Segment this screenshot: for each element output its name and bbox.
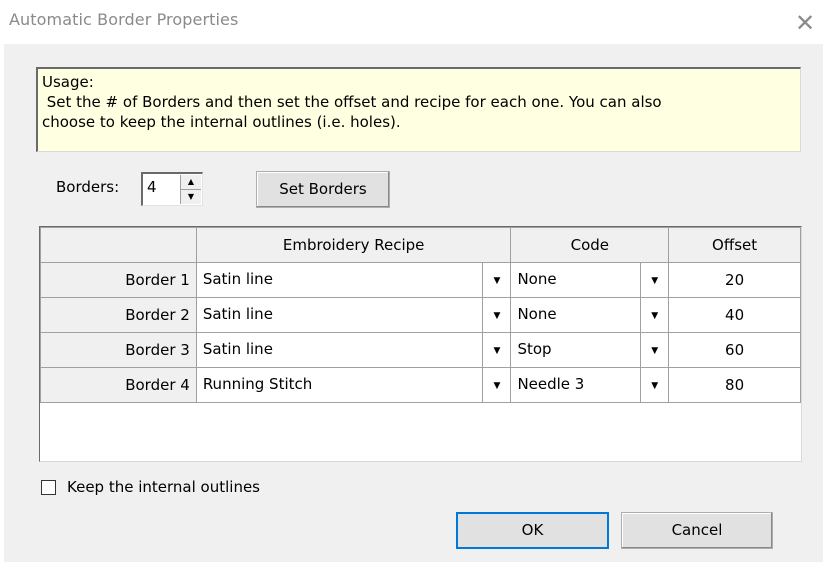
keep-outlines-checkbox[interactable]: [41, 480, 56, 495]
recipe-value: Satin line: [202, 270, 273, 288]
dropdown-arrow-icon[interactable]: ▼: [640, 263, 668, 297]
dropdown-arrow-icon[interactable]: ▼: [482, 298, 510, 332]
dropdown-arrow-icon[interactable]: ▼: [640, 368, 668, 402]
table-header-row: Embroidery Recipe Code Offset: [40, 227, 801, 263]
row-label: Border 2: [40, 297, 197, 333]
usage-heading: Usage:: [42, 73, 94, 91]
recipe-value: Running Stitch: [202, 375, 313, 393]
row-label: Border 1: [40, 262, 197, 298]
offset-cell[interactable]: 60: [668, 332, 801, 368]
title-bar: Automatic Border Properties ✕: [0, 0, 827, 44]
offset-cell[interactable]: 20: [668, 262, 801, 298]
set-borders-button[interactable]: Set Borders: [256, 171, 390, 208]
header-offset: Offset: [668, 227, 801, 263]
cancel-button[interactable]: Cancel: [621, 512, 773, 549]
dropdown-arrow-icon[interactable]: ▼: [482, 333, 510, 367]
dropdown-arrow-icon[interactable]: ▼: [640, 333, 668, 367]
code-combo[interactable]: Needle 3 ▼: [510, 367, 670, 403]
header-code: Code: [510, 227, 670, 263]
dialog-body: Usage: Set the # of Borders and then set…: [4, 44, 823, 562]
spinner-buttons: ▲ ▼: [180, 175, 201, 204]
recipe-combo[interactable]: Satin line ▼: [195, 332, 512, 368]
code-value: Needle 3: [517, 375, 585, 393]
spin-up-arrow-icon[interactable]: ▲: [181, 175, 201, 190]
row-label: Border 3: [40, 332, 197, 368]
spin-down-arrow-icon[interactable]: ▼: [181, 190, 201, 204]
usage-panel: Usage: Set the # of Borders and then set…: [36, 67, 801, 152]
borders-label: Borders:: [56, 178, 120, 196]
borders-table: Embroidery Recipe Code Offset Border 1 S…: [40, 227, 801, 403]
offset-cell[interactable]: 80: [668, 367, 801, 403]
code-value: None: [517, 305, 557, 323]
window-title: Automatic Border Properties: [9, 10, 239, 29]
code-value: None: [517, 270, 557, 288]
code-combo[interactable]: None ▼: [510, 262, 670, 298]
offset-cell[interactable]: 40: [668, 297, 801, 333]
dropdown-arrow-icon[interactable]: ▼: [640, 298, 668, 332]
recipe-value: Satin line: [202, 340, 273, 358]
dropdown-arrow-icon[interactable]: ▼: [482, 263, 510, 297]
borders-count-input[interactable]: [147, 178, 177, 196]
table-row: Border 1 Satin line ▼ None ▼ 20: [40, 262, 801, 298]
recipe-combo[interactable]: Running Stitch ▼: [195, 367, 512, 403]
usage-line-2: choose to keep the internal outlines (i.…: [42, 113, 401, 131]
borders-spinner[interactable]: ▲ ▼: [141, 172, 203, 206]
usage-line-1: Set the # of Borders and then set the of…: [42, 93, 662, 111]
table-row: Border 3 Satin line ▼ Stop ▼ 60: [40, 332, 801, 368]
recipe-value: Satin line: [202, 305, 273, 323]
header-embroidery-recipe: Embroidery Recipe: [195, 227, 512, 263]
dropdown-arrow-icon[interactable]: ▼: [482, 368, 510, 402]
header-corner: [40, 227, 197, 263]
code-value: Stop: [517, 340, 552, 358]
ok-button[interactable]: OK: [456, 512, 609, 549]
table-row: Border 4 Running Stitch ▼ Needle 3 ▼ 80: [40, 367, 801, 403]
table-row: Border 2 Satin line ▼ None ▼ 40: [40, 297, 801, 333]
recipe-combo[interactable]: Satin line ▼: [195, 262, 512, 298]
borders-grid: Embroidery Recipe Code Offset Border 1 S…: [39, 226, 802, 462]
code-combo[interactable]: None ▼: [510, 297, 670, 333]
code-combo[interactable]: Stop ▼: [510, 332, 670, 368]
keep-outlines-label[interactable]: Keep the internal outlines: [67, 478, 260, 496]
recipe-combo[interactable]: Satin line ▼: [195, 297, 512, 333]
row-label: Border 4: [40, 367, 197, 403]
close-icon[interactable]: ✕: [788, 6, 822, 40]
